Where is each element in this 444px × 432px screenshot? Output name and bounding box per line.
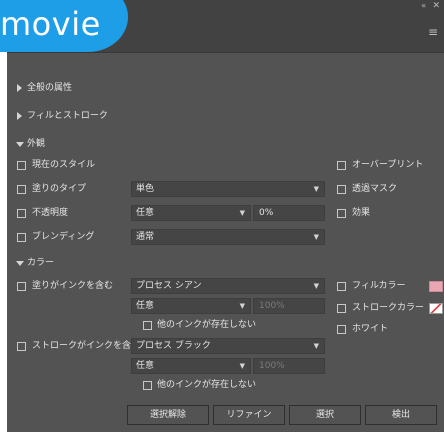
collapse-appearance-icon[interactable] [16,142,24,147]
chevron-down-icon: ▼ [239,209,245,217]
section-fill-stroke[interactable]: フィルとストローク [27,110,108,122]
chevron-down-icon: ▼ [313,233,319,241]
deselect-button[interactable]: 選択解除 [127,405,209,425]
fill-ink-mode-value: 任意 [136,301,155,311]
chevron-down-icon: ▼ [313,185,319,193]
fill-ink-dropdown[interactable]: プロセス シアン ▼ [131,278,325,294]
stroke-ink-dropdown[interactable]: プロセス ブラック ▼ [131,338,325,354]
chevron-down-icon: ▼ [239,362,245,370]
stroke-no-other-ink-label: 他のインクが存在しない [157,380,257,390]
expand-fill-stroke-icon[interactable] [17,112,22,120]
section-appearance[interactable]: 外観 [27,138,45,150]
stroke-ink-mode-value: 任意 [136,361,155,371]
screenshot: « ✕ ≡ 全般の属性 フィルとストローク 外観 現在のスタイル 塗りのタイプ … [0,0,444,432]
blending-checkbox[interactable] [17,233,26,242]
stroke-ink-checkbox[interactable] [17,342,26,351]
movie-badge: movie [0,0,128,52]
effects-checkbox[interactable] [337,209,346,218]
stroke-color-label: ストロークカラー [352,303,425,313]
fill-ink-label: 塗りがインクを含む [32,281,114,291]
fill-ink-mode-dropdown[interactable]: 任意 ▼ [131,298,251,314]
fill-ink-checkbox[interactable] [17,282,26,291]
blending-dropdown[interactable]: 通常 ▼ [131,229,325,245]
fill-color-swatch[interactable] [429,281,443,292]
blending-label: ブレンディング [32,232,95,242]
stroke-ink-value: プロセス ブラック [136,341,211,351]
fill-no-other-ink-checkbox[interactable] [143,321,152,330]
stroke-no-other-ink-checkbox[interactable] [143,381,152,390]
current-style-label: 現在のスタイル [32,160,96,170]
section-general-attributes[interactable]: 全般の属性 [27,82,72,94]
white-checkbox[interactable] [337,325,346,334]
section-color[interactable]: カラー [27,257,54,269]
paint-type-value: 単色 [136,184,155,194]
detect-button[interactable]: 検出 [365,405,437,425]
chevron-down-icon: ▼ [313,282,319,290]
blending-value: 通常 [136,232,155,242]
paint-type-dropdown[interactable]: 単色 ▼ [131,181,325,197]
white-label: ホワイト [352,324,389,334]
effects-label: 効果 [352,208,371,218]
opacity-field[interactable]: 0% [253,205,325,221]
fill-ink-percent-field[interactable]: 100% [253,298,325,314]
transparency-mask-checkbox[interactable] [337,185,346,194]
refine-button[interactable]: リファイン [213,405,285,425]
collapse-color-icon[interactable] [16,261,24,266]
panel-menu-icon[interactable]: ≡ [428,26,438,38]
movie-badge-text: movie [0,5,101,43]
stroke-ink-mode-dropdown[interactable]: 任意 ▼ [131,358,251,374]
chevron-down-icon: ▼ [313,342,319,350]
collapse-icon[interactable]: « [421,0,426,12]
fill-color-checkbox[interactable] [337,282,346,291]
fill-ink-value: プロセス シアン [136,281,202,291]
paint-type-checkbox[interactable] [17,185,26,194]
select-by-attribute-panel: « ✕ ≡ 全般の属性 フィルとストローク 外観 現在のスタイル 塗りのタイプ … [7,0,444,432]
opacity-mode-value: 任意 [136,208,155,218]
select-button[interactable]: 選択 [289,405,361,425]
stroke-ink-label: ストロークがインクを含む [32,341,141,351]
fill-no-other-ink-label: 他のインクが存在しない [157,320,257,330]
overprint-label: オーバープリント [352,160,424,170]
close-icon[interactable]: ✕ [432,0,440,12]
stroke-color-checkbox[interactable] [337,304,346,313]
overprint-checkbox[interactable] [337,161,346,170]
opacity-mode-dropdown[interactable]: 任意 ▼ [131,205,251,221]
stroke-color-swatch[interactable] [429,303,443,314]
chevron-down-icon: ▼ [239,302,245,310]
expand-general-icon[interactable] [17,84,22,92]
current-style-checkbox[interactable] [17,161,26,170]
paint-type-label: 塗りのタイプ [32,184,87,194]
transparency-mask-label: 透過マスク [352,184,398,194]
stroke-ink-percent-field[interactable]: 100% [253,358,325,374]
fill-color-label: フィルカラー [352,281,406,291]
opacity-label: 不透明度 [32,208,69,218]
opacity-checkbox[interactable] [17,209,26,218]
